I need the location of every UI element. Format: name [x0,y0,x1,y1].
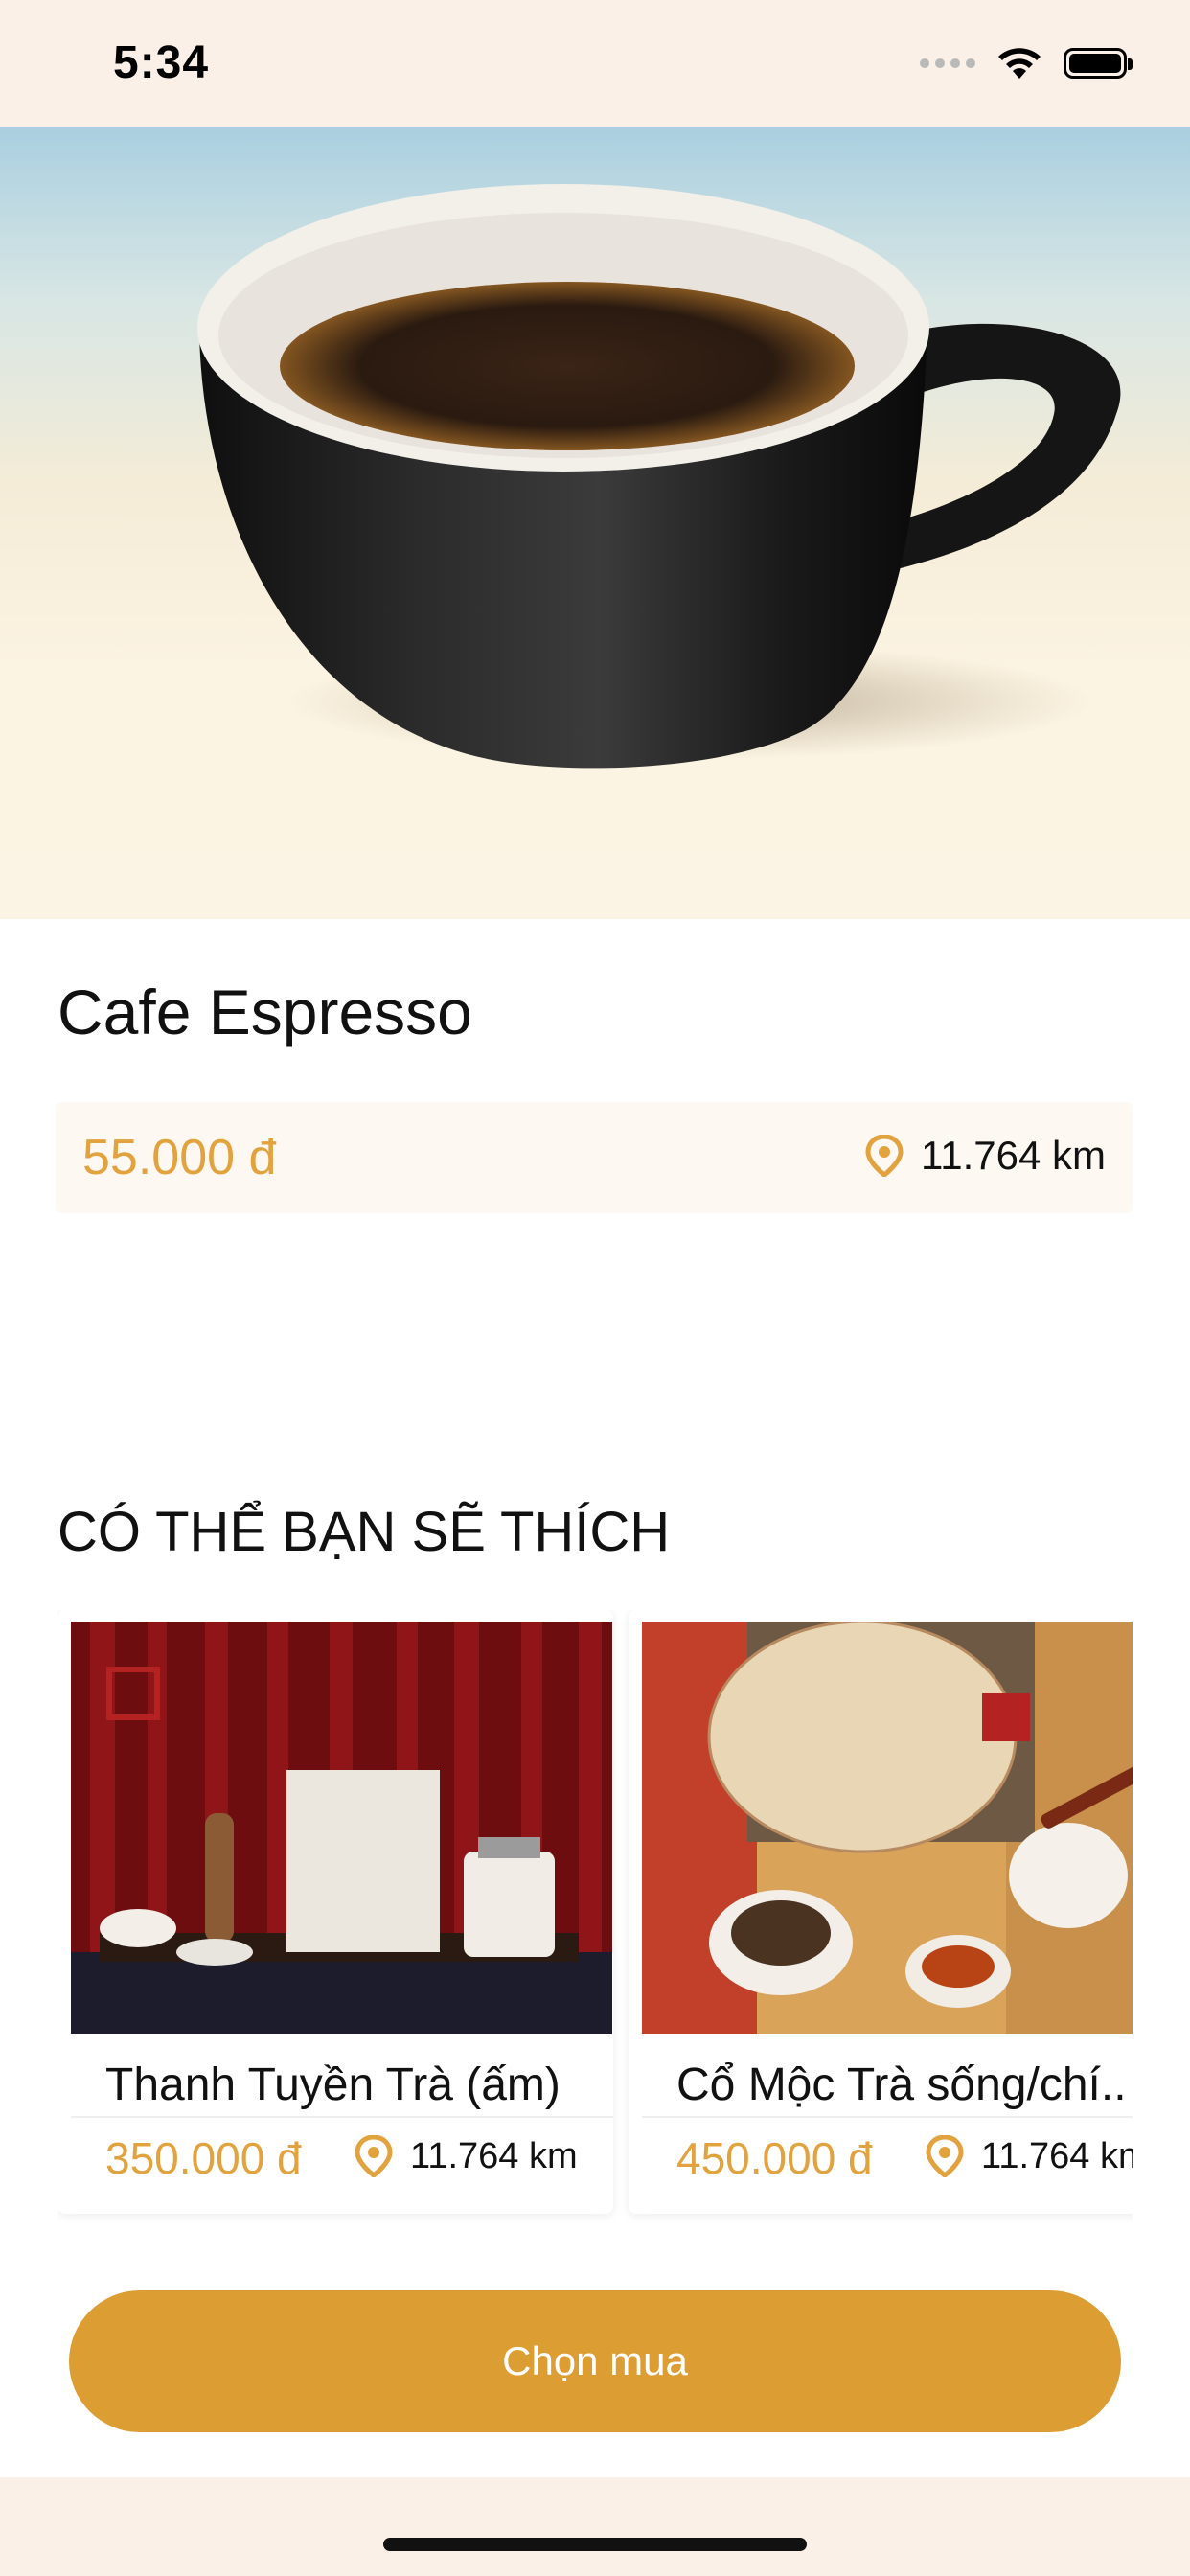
signal-icon [920,58,975,68]
suggestions-title: CÓ THỂ BẠN SẼ THÍCH [57,1501,671,1563]
product-image [0,126,1190,919]
suggestion-card[interactable]: Thanh Tuyền Trà (ấm) 350.000 đ 11.764 km [57,1610,613,2214]
divider [71,2116,613,2118]
divider [642,2116,1133,2118]
status-bar: 5:34 [0,0,1190,126]
bottom-safe-area [0,2477,1190,2576]
suggestion-name: Cổ Mộc Trà sống/chí.. [676,2059,1127,2110]
suggestions-carousel[interactable]: Thanh Tuyền Trà (ấm) 350.000 đ 11.764 km [57,1610,1133,2223]
suggestion-distance: 11.764 km [926,2135,1133,2177]
espresso-cup-illustration [197,184,1121,769]
suggestion-distance: 11.764 km [355,2135,578,2177]
suggestion-card[interactable]: Cổ Mộc Trà sống/chí.. 450.000 đ 11.764 k… [629,1610,1133,2214]
battery-icon [1064,48,1133,79]
status-time: 5:34 [113,37,210,88]
tea-cake-illustration [642,1622,1133,2034]
product-title: Cafe Espresso [57,977,472,1047]
home-indicator[interactable] [383,2538,807,2551]
location-pin-icon [926,2135,964,2177]
distance-text: 11.764 km [410,2135,578,2176]
suggestion-image [71,1622,612,2034]
suggestion-name: Thanh Tuyền Trà (ấm) [105,2059,561,2110]
location-pin-icon [355,2135,393,2177]
suggestion-image [642,1622,1133,2034]
tea-set-illustration [71,1622,612,2034]
wifi-icon [998,48,1041,79]
product-price: 55.000 đ [82,1130,277,1185]
suggestion-price: 450.000 đ [676,2133,873,2183]
status-icons [920,44,1133,82]
distance-text: 11.764 km [981,2135,1133,2176]
price-row: 55.000 đ 11.764 km [56,1102,1133,1213]
product-distance: 11.764 km [865,1133,1106,1179]
suggestion-price: 350.000 đ [105,2133,302,2183]
buy-button[interactable]: Chọn mua [69,2290,1121,2432]
distance-text: 11.764 km [921,1133,1106,1178]
location-pin-icon [865,1135,904,1177]
